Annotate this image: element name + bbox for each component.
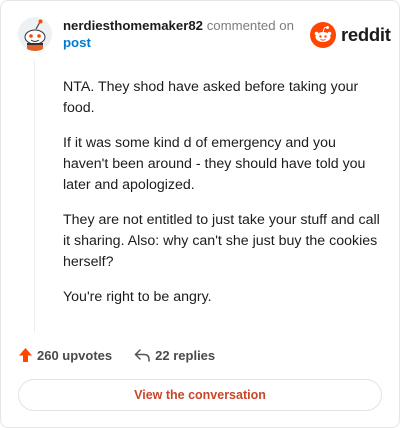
snoo-avatar-icon — [18, 17, 52, 51]
comment-body: NTA. They shod have asked before taking … — [63, 77, 381, 322]
upvote-arrow-icon — [19, 348, 32, 362]
reddit-logo[interactable]: reddit — [310, 22, 391, 48]
comment-card: nerdiesthomemaker82 commented on post re… — [0, 0, 400, 428]
post-link[interactable]: post — [63, 34, 303, 51]
comment-paragraph: They are not entitled to just take your … — [63, 212, 380, 270]
reply-arrow-icon — [134, 349, 150, 362]
thread-line[interactable] — [34, 61, 35, 333]
commented-on-text: commented on — [206, 18, 294, 33]
user-avatar[interactable] — [18, 17, 52, 51]
comment-paragraph: If it was some kind d of emergency and y… — [63, 135, 366, 193]
view-conversation-button[interactable]: View the conversation — [18, 379, 382, 411]
upvote-count: 260 upvotes — [37, 347, 113, 363]
reply-count: 22 replies — [155, 347, 216, 363]
comment-header: nerdiesthomemaker82 commented on post — [63, 17, 303, 51]
comment-paragraph: You're right to be angry. — [63, 289, 212, 305]
comment-actions: 260 upvotes 22 replies — [18, 345, 237, 365]
comment-paragraph: NTA. They shod have asked before taking … — [63, 79, 359, 116]
username[interactable]: nerdiesthomemaker82 — [63, 18, 203, 33]
reddit-wordmark: reddit — [341, 24, 391, 45]
reddit-logo-icon — [310, 22, 336, 48]
reply-button[interactable]: 22 replies — [134, 348, 215, 363]
upvote-button[interactable]: 260 upvotes — [18, 347, 112, 363]
